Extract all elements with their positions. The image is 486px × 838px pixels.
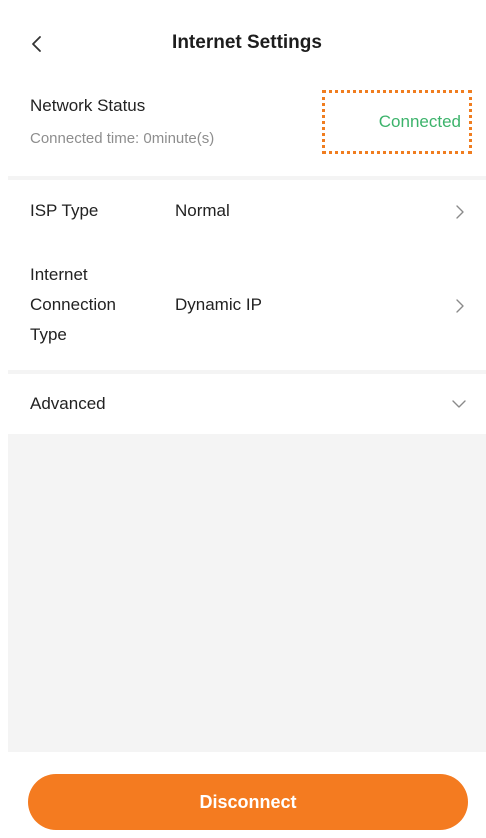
footer: Disconnect: [8, 752, 486, 838]
network-status-section: Network Status Connected time: 0minute(s…: [8, 80, 486, 176]
connection-type-value: Dynamic IP: [175, 295, 262, 314]
advanced-row[interactable]: Advanced: [8, 374, 486, 434]
connection-type-label: Internet Connection Type: [30, 260, 150, 350]
connection-type-label-line: Connection: [30, 295, 117, 314]
connection-type-label-line: Type: [30, 325, 67, 344]
chevron-down-icon: [452, 400, 466, 408]
connection-status-value: Connected: [378, 112, 461, 131]
chevron-right-icon: [456, 299, 464, 313]
settings-section: ISP Type Normal Internet Connection Type…: [8, 180, 486, 370]
network-status-label: Network Status: [30, 96, 146, 115]
connected-time-text: Connected time: 0minute(s): [30, 130, 215, 147]
chevron-right-icon: [456, 205, 464, 219]
internet-settings-screen: Internet Settings Network Status Connect…: [8, 8, 486, 838]
status-highlight-box: Connected: [322, 90, 472, 154]
disconnect-button[interactable]: Disconnect: [28, 774, 468, 830]
advanced-label: Advanced: [30, 394, 106, 413]
connection-type-row[interactable]: Internet Connection Type Dynamic IP: [8, 250, 486, 360]
connection-type-label-line: Internet: [30, 265, 88, 284]
page-title: Internet Settings: [172, 32, 322, 53]
isp-type-label: ISP Type: [30, 201, 99, 220]
isp-type-value: Normal: [175, 201, 230, 220]
header: Internet Settings: [8, 8, 486, 80]
isp-type-row[interactable]: ISP Type Normal: [8, 180, 486, 242]
